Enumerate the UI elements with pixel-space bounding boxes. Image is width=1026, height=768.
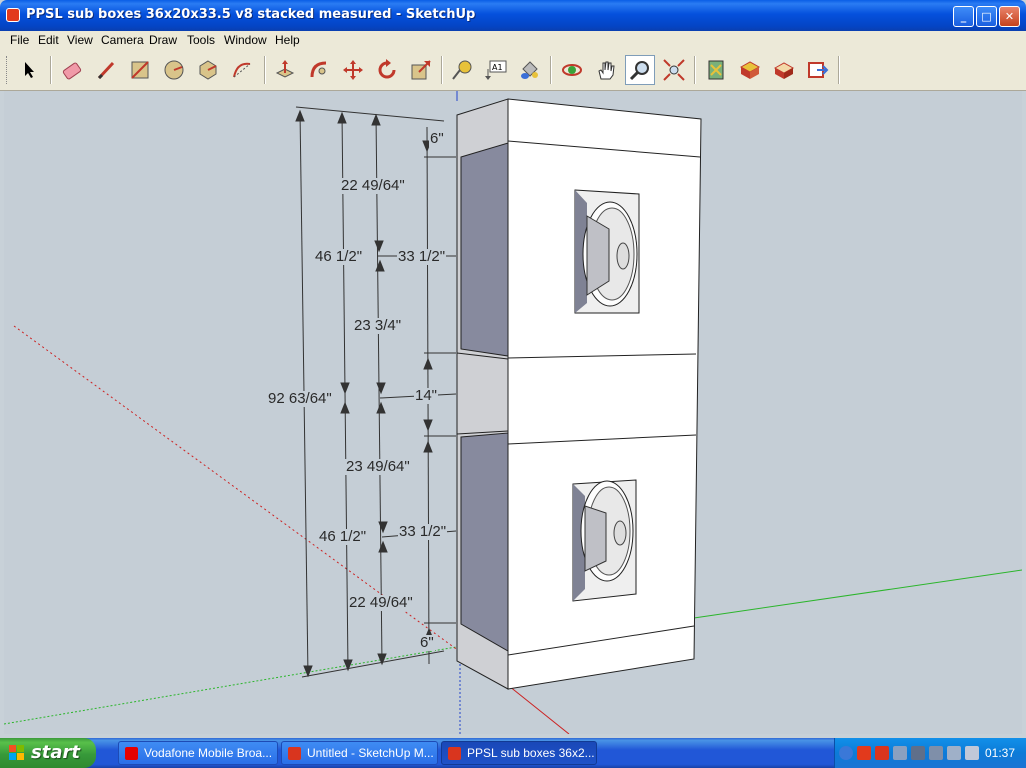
menu-view[interactable]: View [67, 33, 93, 47]
tray-sketchup-icon[interactable] [875, 746, 889, 760]
toolbar: A1 [0, 50, 1026, 91]
menu-edit[interactable]: Edit [38, 33, 59, 47]
rectangle-icon[interactable] [125, 55, 155, 85]
window-title: PPSL sub boxes 36x20x33.5 v8 stacked mea… [26, 7, 476, 22]
dimension-label: 22 49/64" [340, 177, 406, 194]
taskbar-item-ppsl-sketchup[interactable]: PPSL sub boxes 36x2... [441, 741, 597, 765]
menu-camera[interactable]: Camera [101, 33, 144, 47]
dimension-label: 23 3/4" [353, 317, 403, 334]
scale-icon[interactable] [406, 55, 436, 85]
arc-icon[interactable] [227, 55, 257, 85]
tray-usb-icon[interactable] [911, 746, 925, 760]
taskbar: start Vodafone Mobile Broa... Untitled -… [0, 738, 1026, 768]
start-label: start [31, 742, 80, 763]
green-axis [693, 569, 1022, 619]
pan-icon[interactable] [591, 55, 621, 85]
upper-cavity [460, 142, 509, 357]
system-tray: 01:37 [834, 738, 1026, 768]
minimize-button[interactable]: _ [953, 6, 974, 27]
eraser-icon[interactable] [57, 55, 87, 85]
polygon-icon[interactable] [193, 55, 223, 85]
circle-icon[interactable] [159, 55, 189, 85]
dimension-label: 33 1/2" [397, 248, 447, 265]
menu-window[interactable]: Window [224, 33, 267, 47]
dimension-label: 92 63/64" [267, 390, 333, 407]
taskbar-item-vodafone[interactable]: Vodafone Mobile Broa... [118, 741, 278, 765]
clock: 01:37 [984, 746, 1015, 760]
zoom-icon[interactable] [625, 55, 655, 85]
sketchup-app-icon[interactable] [6, 8, 20, 22]
get-models-icon[interactable] [735, 55, 765, 85]
drawing-viewport[interactable]: 6" 22 49/64" 46 1/2" 33 1/2" 23 3/4" 92 … [4, 91, 1022, 734]
tray-app-icon[interactable] [857, 746, 871, 760]
tray-network-icon[interactable] [893, 746, 907, 760]
dimension-label: 23 49/64" [345, 458, 411, 475]
model-drawing [4, 91, 1022, 734]
tape-measure-icon[interactable] [447, 55, 477, 85]
vodafone-icon [125, 747, 138, 760]
menu-draw[interactable]: Draw [149, 33, 177, 47]
sketchup-icon [448, 747, 461, 760]
text-icon[interactable]: A1 [481, 55, 511, 85]
title-bar: PPSL sub boxes 36x20x33.5 v8 stacked mea… [0, 0, 1026, 31]
lower-speaker-icon [572, 479, 637, 602]
pencil-icon[interactable] [91, 55, 121, 85]
windows-logo-icon [9, 745, 24, 760]
zoom-extents-icon[interactable] [659, 55, 689, 85]
menu-help[interactable]: Help [275, 33, 300, 47]
dimension-label: 14" [414, 387, 439, 404]
dimension-label: 33 1/2" [398, 523, 448, 540]
menu-file[interactable]: File [10, 33, 29, 47]
maximize-button[interactable]: □ [976, 6, 997, 27]
push-pull-icon[interactable] [270, 55, 300, 85]
orbit-icon[interactable] [557, 55, 587, 85]
follow-me-icon[interactable] [304, 55, 334, 85]
start-button[interactable]: start [0, 738, 96, 768]
sketchup-icon [288, 747, 301, 760]
taskbar-item-untitled-sketchup[interactable]: Untitled - SketchUp M... [281, 741, 438, 765]
previous-view-icon[interactable] [701, 55, 731, 85]
dimension-label: 6" [419, 634, 435, 651]
select-tool-icon[interactable] [15, 55, 45, 85]
rotate-icon[interactable] [372, 55, 402, 85]
share-model-icon[interactable] [769, 55, 799, 85]
paint-bucket-icon[interactable] [515, 55, 545, 85]
close-button[interactable]: ✕ [999, 6, 1020, 27]
tray-volume-icon[interactable] [947, 746, 961, 760]
dimension-label: 46 1/2" [314, 248, 364, 265]
dimension-label: 46 1/2" [318, 528, 368, 545]
tray-misc-icon[interactable] [965, 746, 979, 760]
menu-tools[interactable]: Tools [187, 33, 215, 47]
box-front-face [507, 98, 702, 690]
move-icon[interactable] [338, 55, 368, 85]
menu-bar: File Edit View Camera Draw Tools Window … [0, 31, 1026, 50]
dimension-label: 22 49/64" [348, 594, 414, 611]
red-axis [508, 685, 570, 734]
dimension-label: 6" [429, 130, 445, 147]
upper-speaker-icon [574, 189, 640, 314]
text-tool-label: A1 [492, 63, 503, 72]
toolbar-grip[interactable] [6, 56, 10, 84]
tray-display-icon[interactable] [929, 746, 943, 760]
lower-cavity [460, 432, 509, 652]
export-icon[interactable] [803, 55, 833, 85]
show-hidden-icons-icon[interactable] [839, 746, 853, 760]
